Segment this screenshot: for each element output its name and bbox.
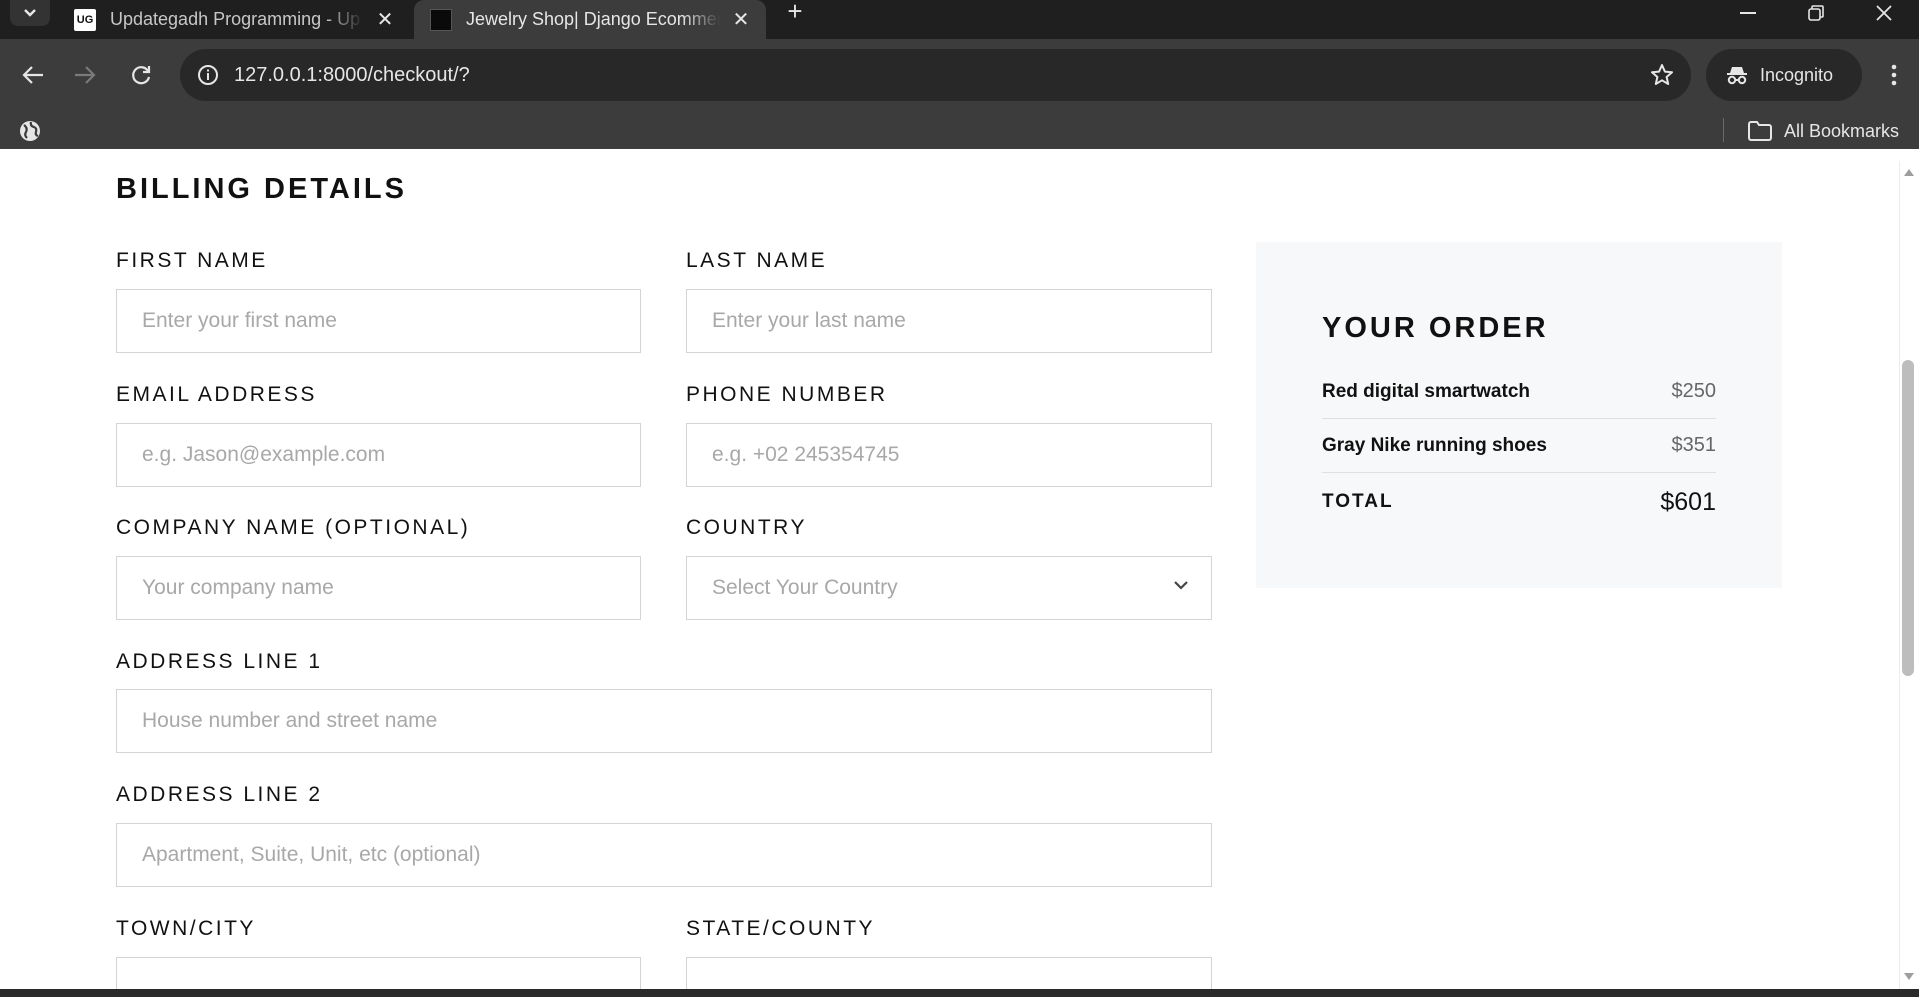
scroll-up-arrow-icon[interactable] — [1903, 167, 1915, 177]
last-name-input[interactable] — [686, 289, 1212, 353]
order-item-row: Red digital smartwatch $250 — [1322, 365, 1716, 419]
address-bar[interactable]: 127.0.0.1:8000/checkout/? — [180, 49, 1691, 101]
email-label: EMAIL ADDRESS — [116, 383, 317, 406]
reload-button[interactable] — [121, 55, 161, 95]
back-button[interactable] — [13, 55, 53, 95]
minimize-button[interactable] — [1718, 0, 1778, 26]
phone-input[interactable] — [686, 423, 1212, 487]
browser-menu-button[interactable] — [1874, 55, 1914, 95]
billing-details-title: BILLING DETAILS — [116, 173, 407, 205]
order-item-price: $250 — [1671, 380, 1717, 402]
updategadh-favicon-icon: UG — [74, 8, 96, 31]
state-county-label: STATE/COUNTY — [686, 917, 876, 940]
close-tab-icon[interactable]: ✕ — [374, 9, 396, 31]
address-line-1-label: ADDRESS LINE 1 — [116, 650, 323, 673]
more-vertical-icon — [1891, 64, 1897, 86]
bookmark-globe-icon[interactable] — [18, 119, 42, 143]
state-county-input[interactable] — [686, 957, 1212, 989]
address-line-2-input[interactable] — [116, 823, 1212, 887]
browser-toolbar: 127.0.0.1:8000/checkout/? Incognito All … — [0, 39, 1919, 149]
country-label: COUNTRY — [686, 516, 807, 539]
address-line-1-input[interactable] — [116, 689, 1212, 753]
first-name-input[interactable] — [116, 289, 641, 353]
close-window-button[interactable] — [1854, 0, 1914, 26]
minimize-icon — [1740, 12, 1756, 14]
new-tab-button[interactable]: + — [780, 0, 810, 26]
scroll-down-arrow-icon[interactable] — [1903, 972, 1915, 982]
company-label: COMPANY NAME (OPTIONAL) — [116, 516, 471, 539]
last-name-label: LAST NAME — [686, 249, 828, 272]
site-info-icon[interactable] — [182, 49, 234, 101]
incognito-icon — [1727, 67, 1747, 85]
order-summary-panel: YOUR ORDER Red digital smartwatch $250 G… — [1256, 242, 1782, 588]
email-input[interactable] — [116, 423, 641, 487]
chevron-down-icon — [24, 9, 36, 17]
order-item-row: Gray Nike running shoes $351 — [1322, 419, 1716, 473]
reload-icon — [132, 66, 151, 85]
arrow-left-icon — [22, 66, 43, 84]
country-select[interactable]: Select Your Country — [686, 556, 1212, 620]
all-bookmarks-button[interactable]: All Bookmarks — [1748, 117, 1899, 145]
order-total-row: TOTAL $601 — [1322, 474, 1716, 530]
order-total-value: $601 — [1660, 487, 1716, 516]
close-icon — [1876, 5, 1892, 21]
checkout-page: BILLING DETAILS FIRST NAME LAST NAME EMA… — [0, 161, 1899, 989]
tab-title: Jewelry Shop| Django Ecommerce — [466, 9, 720, 29]
tab-strip: UG Updategadh Programming - Up ✕ Jewelry… — [0, 0, 1919, 39]
phone-label: PHONE NUMBER — [686, 383, 888, 406]
url-text[interactable]: 127.0.0.1:8000/checkout/? — [234, 64, 470, 87]
address-line-2-label: ADDRESS LINE 2 — [116, 783, 323, 806]
town-city-input[interactable] — [116, 957, 641, 989]
order-total-label: TOTAL — [1322, 491, 1394, 512]
town-city-label: TOWN/CITY — [116, 917, 256, 940]
arrow-right-icon — [75, 66, 96, 84]
bookmark-star-icon[interactable] — [1647, 60, 1677, 90]
country-selected-value: Select Your Country — [712, 576, 898, 599]
order-item-price: $351 — [1671, 434, 1717, 456]
first-name-label: FIRST NAME — [116, 249, 268, 272]
scrollbar-thumb[interactable] — [1902, 360, 1914, 676]
tab-jewelry-shop[interactable]: Jewelry Shop| Django Ecommerce ✕ — [414, 0, 766, 39]
order-item-name: Red digital smartwatch — [1322, 380, 1530, 402]
incognito-indicator[interactable]: Incognito — [1706, 49, 1862, 101]
tab-updategadh[interactable]: UG Updategadh Programming - Up ✕ — [58, 0, 410, 39]
jewelry-favicon-icon — [430, 8, 452, 31]
folder-icon — [1748, 121, 1772, 141]
restore-button[interactable] — [1786, 0, 1846, 26]
restore-icon — [1808, 5, 1824, 21]
order-item-name: Gray Nike running shoes — [1322, 434, 1547, 456]
all-bookmarks-label: All Bookmarks — [1784, 120, 1900, 141]
close-tab-icon[interactable]: ✕ — [730, 9, 752, 31]
company-input[interactable] — [116, 556, 641, 620]
window-bottom-edge — [0, 989, 1919, 997]
chevron-down-icon — [1174, 581, 1188, 590]
bookmarks-divider — [1723, 118, 1724, 142]
incognito-label: Incognito — [1760, 64, 1834, 85]
tab-search-button[interactable] — [10, 0, 50, 26]
tab-title: Updategadh Programming - Up — [110, 9, 361, 29]
forward-button[interactable] — [65, 55, 105, 95]
your-order-title: YOUR ORDER — [1322, 312, 1549, 344]
